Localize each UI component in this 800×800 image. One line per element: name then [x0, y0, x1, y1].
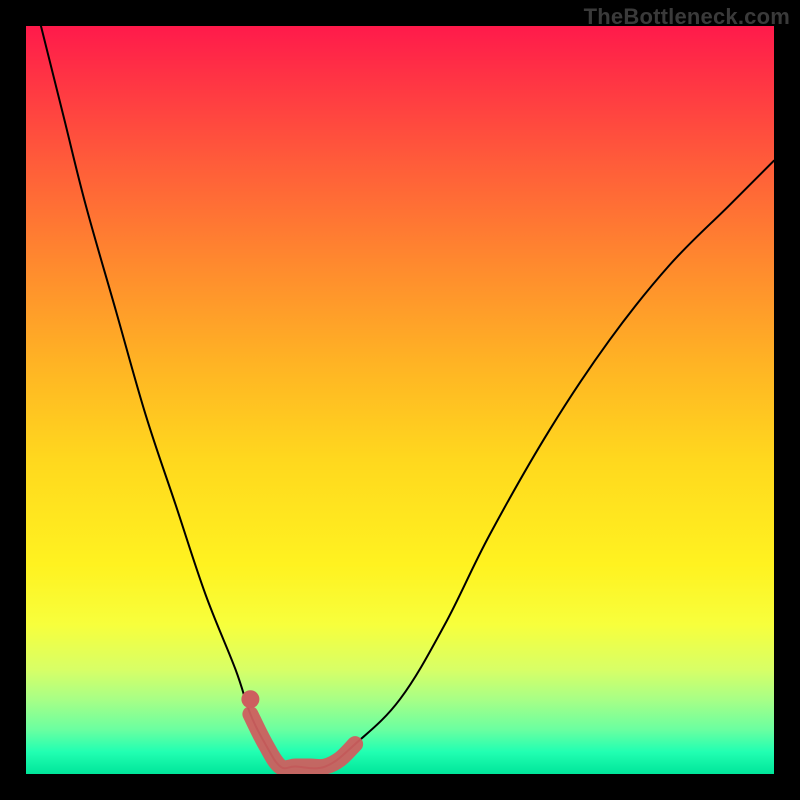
plot-area	[26, 26, 774, 774]
chart-frame: TheBottleneck.com	[0, 0, 800, 800]
trough-highlight	[250, 714, 355, 768]
bottleneck-curve	[41, 26, 774, 768]
curve-layer	[26, 26, 774, 774]
trough-dot	[241, 690, 259, 708]
watermark-text: TheBottleneck.com	[584, 4, 790, 30]
